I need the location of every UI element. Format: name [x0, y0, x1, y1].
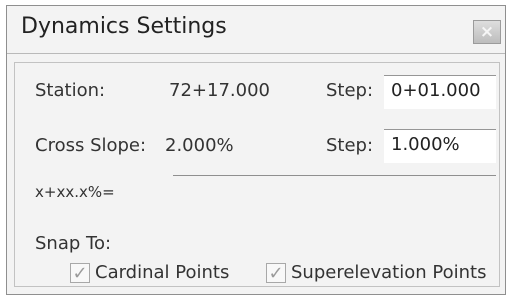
- snap-to-label: Snap To:: [35, 233, 112, 254]
- dialog-title: Dynamics Settings: [21, 14, 227, 39]
- station-label: Station:: [35, 80, 106, 101]
- checkmark-icon: ✓: [72, 262, 88, 284]
- expression-input-line[interactable]: [173, 175, 496, 176]
- cross-slope-step-value: 1.000%: [391, 134, 460, 155]
- screenshot-frame: Dynamics Settings × Station: 72+17.000 S…: [0, 0, 514, 303]
- title-bar: Dynamics Settings ×: [7, 6, 505, 54]
- close-icon: ×: [479, 22, 495, 42]
- cross-slope-step-label: Step:: [326, 135, 374, 156]
- checkmark-icon: ✓: [268, 262, 284, 284]
- station-step-field[interactable]: 0+01.000: [384, 75, 496, 109]
- cross-slope-label: Cross Slope:: [35, 135, 147, 156]
- station-step-value: 0+01.000: [391, 80, 481, 101]
- close-button[interactable]: ×: [473, 20, 501, 44]
- cross-slope-step-field[interactable]: 1.000%: [384, 129, 496, 163]
- dynamics-settings-dialog: Dynamics Settings × Station: 72+17.000 S…: [6, 5, 506, 295]
- cardinal-points-label: Cardinal Points: [95, 262, 230, 283]
- cross-slope-value: 2.000%: [165, 135, 234, 156]
- station-value: 72+17.000: [169, 80, 270, 101]
- superelevation-points-checkbox[interactable]: ✓: [266, 262, 286, 284]
- station-step-label: Step:: [326, 80, 374, 101]
- expression-label: x+xx.x%=: [35, 183, 115, 201]
- superelevation-points-label: Superelevation Points: [291, 262, 487, 283]
- cardinal-points-checkbox[interactable]: ✓: [70, 262, 90, 284]
- settings-content: Station: 72+17.000 Step: 0+01.000 Cross …: [14, 62, 500, 287]
